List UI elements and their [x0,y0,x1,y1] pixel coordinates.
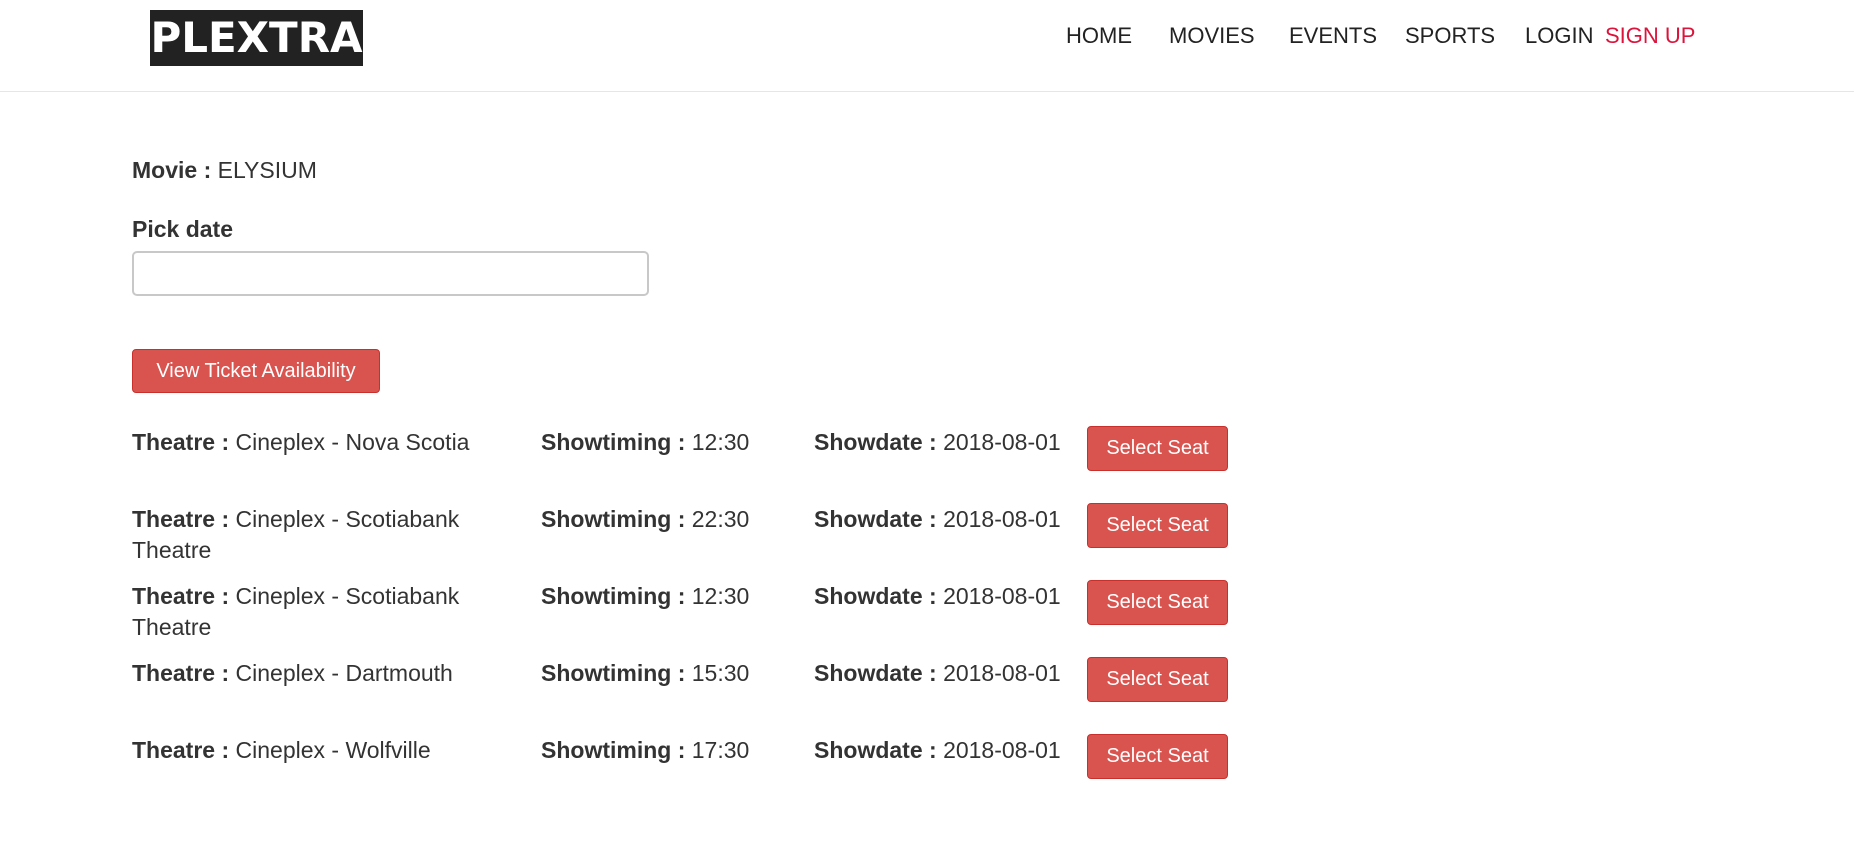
showdate-value: 2018-08-01 [943,429,1061,455]
theatre-value: Cineplex - Nova Scotia [235,429,470,455]
showdate-value: 2018-08-01 [943,660,1061,686]
nav-events-link[interactable]: EVENTS [1289,22,1377,50]
showdate-label: Showdate : [814,737,937,763]
showdate-value: 2018-08-01 [943,506,1061,532]
theatre-value: Cineplex - Dartmouth [235,660,453,686]
showtime-date: Showdate : 2018-08-01 [814,427,1084,458]
showdate-label: Showdate : [814,583,937,609]
showdate-label: Showdate : [814,506,937,532]
showtime-timing: Showtiming : 22:30 [541,504,801,535]
nav-home-link[interactable]: HOME [1066,22,1132,50]
select-seat-button[interactable]: Select Seat [1087,426,1228,471]
movie-value: ELYSIUM [217,157,317,183]
nav-movies-link[interactable]: MOVIES [1169,22,1255,50]
select-seat-button[interactable]: Select Seat [1087,580,1228,625]
top-navbar: PLEXTRA HOME MOVIES EVENTS SPORTS LOGIN … [0,0,1854,92]
showdate-label: Showdate : [814,660,937,686]
showtiming-label: Showtiming : [541,583,686,609]
nav-sports-link[interactable]: SPORTS [1405,22,1495,50]
showtime-theatre: Theatre : Cineplex - Scotiabank Theatre [132,504,502,566]
view-ticket-availability-button[interactable]: View Ticket Availability [132,349,380,393]
theatre-label: Theatre : [132,506,230,532]
theatre-value: Cineplex - Wolfville [235,737,431,763]
showtiming-value: 15:30 [691,660,750,686]
showtiming-value: 12:30 [691,583,750,609]
theatre-label: Theatre : [132,583,230,609]
theatre-label: Theatre : [132,429,230,455]
showdate-label: Showdate : [814,429,937,455]
showtime-theatre: Theatre : Cineplex - Wolfville [132,735,502,766]
showtime-theatre: Theatre : Cineplex - Nova Scotia [132,427,502,458]
showtime-timing: Showtiming : 12:30 [541,427,801,458]
showtiming-value: 12:30 [691,429,750,455]
showdate-value: 2018-08-01 [943,737,1061,763]
pick-date-label: Pick date [132,216,233,242]
showtime-timing: Showtiming : 17:30 [541,735,801,766]
showtime-timing: Showtiming : 12:30 [541,581,801,612]
showdate-value: 2018-08-01 [943,583,1061,609]
nav-login-link[interactable]: LOGIN [1525,22,1593,50]
showtime-date: Showdate : 2018-08-01 [814,658,1084,689]
showtiming-label: Showtiming : [541,660,686,686]
theatre-label: Theatre : [132,737,230,763]
showtime-date: Showdate : 2018-08-01 [814,504,1084,535]
theatre-label: Theatre : [132,660,230,686]
showtiming-value: 17:30 [691,737,750,763]
pick-date-input[interactable] [132,251,649,296]
showtiming-label: Showtiming : [541,429,686,455]
select-seat-button[interactable]: Select Seat [1087,734,1228,779]
showtiming-label: Showtiming : [541,506,686,532]
showtiming-label: Showtiming : [541,737,686,763]
plextra-logo[interactable]: PLEXTRA [150,10,363,66]
movie-title-line: Movie : ELYSIUM [132,155,317,185]
select-seat-button[interactable]: Select Seat [1087,503,1228,548]
showtime-timing: Showtiming : 15:30 [541,658,801,689]
showtime-theatre: Theatre : Cineplex - Scotiabank Theatre [132,581,502,643]
showtime-date: Showdate : 2018-08-01 [814,581,1084,612]
showtime-theatre: Theatre : Cineplex - Dartmouth [132,658,502,689]
nav-signup-link[interactable]: SIGN UP [1605,22,1695,50]
select-seat-button[interactable]: Select Seat [1087,657,1228,702]
movie-label: Movie : [132,157,212,183]
showtiming-value: 22:30 [691,506,750,532]
showtime-date: Showdate : 2018-08-01 [814,735,1084,766]
